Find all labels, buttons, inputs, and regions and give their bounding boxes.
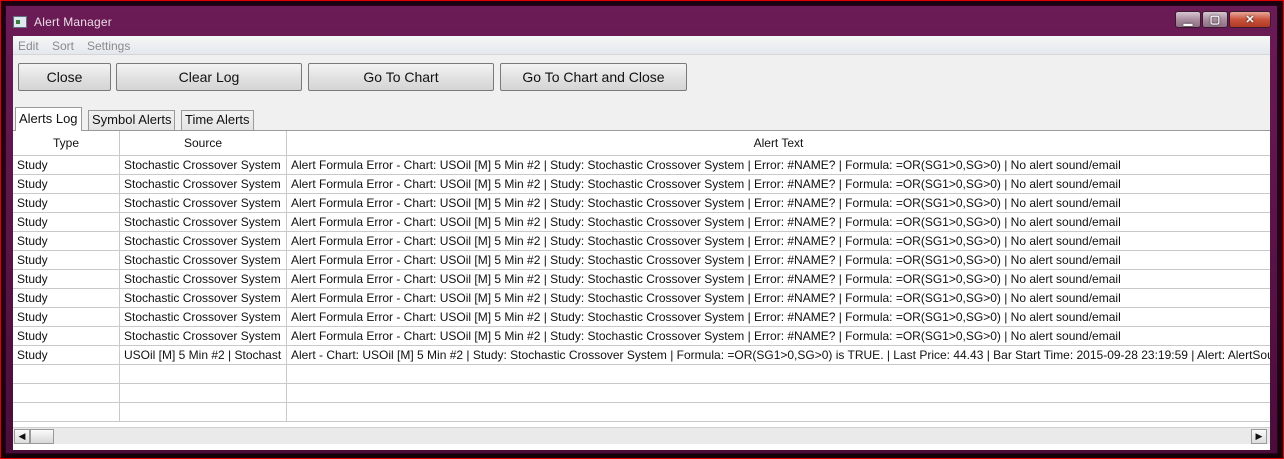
cell-type — [13, 384, 120, 402]
column-header-source[interactable]: Source — [120, 131, 287, 155]
cell-source: Stochastic Crossover System — [120, 308, 287, 326]
cell-type: Study — [13, 232, 120, 250]
cell-source — [120, 384, 287, 402]
cell-source — [120, 403, 287, 421]
cell-alert-text: Alert Formula Error - Chart: USOil [M] 5… — [291, 158, 1121, 172]
column-header-alert-text[interactable]: Alert Text — [287, 131, 1270, 155]
cell-alert-text: Alert Formula Error - Chart: USOil [M] 5… — [291, 234, 1121, 248]
scroll-right-icon[interactable]: ▶ — [1251, 429, 1267, 444]
go-to-chart-and-close-button[interactable]: Go To Chart and Close — [500, 63, 687, 91]
cell-alert-text: Alert Formula Error - Chart: USOil [M] 5… — [291, 215, 1121, 229]
cell-type: Study — [13, 327, 120, 345]
cell-type: Study — [13, 156, 120, 174]
cell-alert-text — [287, 365, 1270, 383]
table-row[interactable]: Study Stochastic Crossover System Alert Fo… — [13, 232, 1270, 251]
table-row[interactable]: Study Stochastic Crossover System Alert Fo… — [13, 270, 1270, 289]
cell-source: USOil [M] 5 Min #2 | Stochast — [120, 346, 287, 364]
cell-source: Stochastic Crossover System — [120, 327, 287, 345]
cell-source: Stochastic Crossover System — [120, 175, 287, 193]
cell-source: Stochastic Crossover System — [120, 289, 287, 307]
menu-sort[interactable]: Sort — [52, 39, 74, 53]
go-to-chart-button[interactable]: Go To Chart — [308, 63, 494, 91]
cell-source: Stochastic Crossover System — [120, 270, 287, 288]
title-bar[interactable]: Alert Manager ▁ ▢ ✕ — [6, 6, 1277, 36]
table-header: Type Source Alert Text — [13, 131, 1270, 156]
tab-symbol-alerts[interactable]: Symbol Alerts — [88, 110, 176, 130]
scroll-thumb[interactable] — [30, 429, 54, 444]
cell-type: Study — [13, 270, 120, 288]
cell-alert-text: Alert Formula Error - Chart: USOil [M] 5… — [291, 329, 1121, 343]
table-row[interactable]: Study Stochastic Crossover System Alert Fo… — [13, 175, 1270, 194]
tab-alerts-log[interactable]: Alerts Log — [15, 107, 82, 131]
cell-source: Stochastic Crossover System — [120, 251, 287, 269]
cell-alert-text: Alert Formula Error - Chart: USOil [M] 5… — [291, 310, 1121, 324]
cell-source — [120, 365, 287, 383]
column-header-type[interactable]: Type — [13, 131, 120, 155]
cell-source: Stochastic Crossover System — [120, 194, 287, 212]
table-row[interactable]: Study Stochastic Crossover System Alert Fo… — [13, 213, 1270, 232]
table-row[interactable]: Study Stochastic Crossover System Alert Fo… — [13, 156, 1270, 175]
table-row[interactable]: Study Stochastic Crossover System Alert Fo… — [13, 194, 1270, 213]
horizontal-scrollbar[interactable]: ◀ ▶ — [13, 427, 1270, 444]
table-row[interactable]: Study USOil [M] 5 Min #2 | Stochast Alert … — [13, 346, 1270, 365]
cell-source: Stochastic Crossover System — [120, 213, 287, 231]
cell-source: Stochastic Crossover System — [120, 232, 287, 250]
cell-alert-text: Alert Formula Error - Chart: USOil [M] 5… — [291, 177, 1121, 191]
cell-type: Study — [13, 346, 120, 364]
table-row[interactable]: Study Stochastic Crossover System Alert Fo… — [13, 251, 1270, 270]
close-window-button[interactable]: ✕ — [1229, 11, 1271, 28]
window-title: Alert Manager — [34, 15, 112, 29]
menu-bar: Edit Sort Settings — [13, 36, 1270, 55]
cell-alert-text: Alert - Chart: USOil [M] 5 Min #2 | Stud… — [291, 348, 1270, 362]
alert-manager-window: Alert Manager ▁ ▢ ✕ Edit Sort Settings C… — [5, 5, 1278, 454]
table-row[interactable] — [13, 365, 1270, 384]
caption-buttons: ▁ ▢ ✕ — [1175, 11, 1271, 28]
cell-type: Study — [13, 308, 120, 326]
alerts-log-table: Type Source Alert Text Study Stochastic C… — [13, 130, 1270, 450]
cell-type: Study — [13, 251, 120, 269]
cell-source: Stochastic Crossover System — [120, 156, 287, 174]
scroll-left-icon[interactable]: ◀ — [14, 429, 30, 444]
table-row[interactable] — [13, 403, 1270, 422]
menu-edit[interactable]: Edit — [18, 39, 39, 53]
cell-alert-text — [287, 403, 1270, 421]
cell-alert-text — [287, 384, 1270, 402]
client-area: Edit Sort Settings Close Clear Log Go To… — [13, 36, 1270, 450]
cell-alert-text: Alert Formula Error - Chart: USOil [M] 5… — [291, 196, 1121, 210]
cell-alert-text: Alert Formula Error - Chart: USOil [M] 5… — [291, 291, 1121, 305]
cell-type: Study — [13, 213, 120, 231]
clear-log-button[interactable]: Clear Log — [116, 63, 302, 91]
cell-alert-text: Alert Formula Error - Chart: USOil [M] 5… — [291, 253, 1121, 267]
app-icon — [13, 16, 27, 28]
maximize-button[interactable]: ▢ — [1202, 11, 1228, 28]
close-button[interactable]: Close — [18, 63, 111, 91]
table-row[interactable]: Study Stochastic Crossover System Alert Fo… — [13, 289, 1270, 308]
minimize-button[interactable]: ▁ — [1175, 11, 1201, 28]
cell-alert-text: Alert Formula Error - Chart: USOil [M] 5… — [291, 272, 1121, 286]
cell-type: Study — [13, 194, 120, 212]
table-row[interactable]: Study Stochastic Crossover System Alert Fo… — [13, 327, 1270, 346]
cell-type — [13, 365, 120, 383]
table-row[interactable]: Study Stochastic Crossover System Alert Fo… — [13, 308, 1270, 327]
menu-settings[interactable]: Settings — [87, 39, 130, 53]
table-row[interactable] — [13, 384, 1270, 403]
tab-time-alerts[interactable]: Time Alerts — [181, 110, 254, 130]
cell-type: Study — [13, 289, 120, 307]
cell-type — [13, 403, 120, 421]
cell-type: Study — [13, 175, 120, 193]
